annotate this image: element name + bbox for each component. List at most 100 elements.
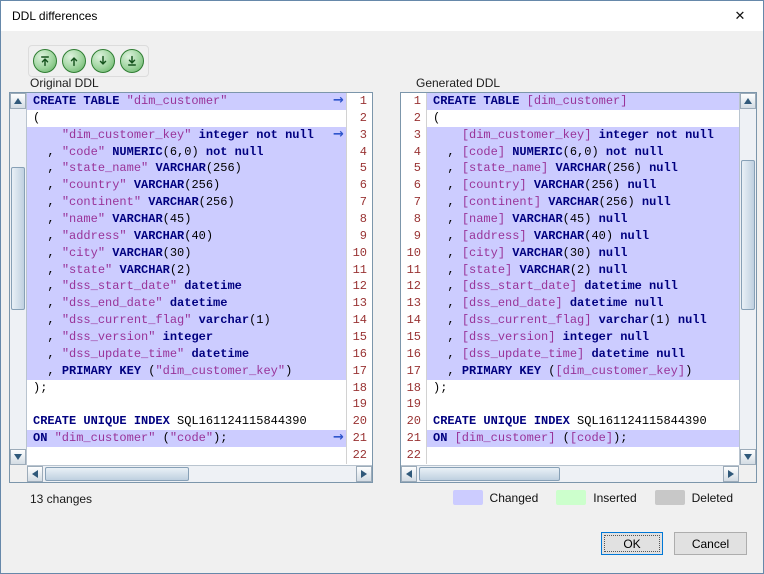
code-line: (2 — [27, 110, 372, 127]
token-id: [dss_update_time] — [462, 347, 584, 361]
code-line: 22 — [27, 447, 372, 464]
token-kw: datetime — [584, 279, 642, 293]
marker-cell — [331, 413, 346, 430]
token-pl — [527, 229, 534, 243]
token-id: [address] — [462, 229, 527, 243]
scrollbar-track[interactable] — [43, 466, 356, 482]
scroll-left-button[interactable] — [27, 466, 43, 482]
line-number: 16 — [401, 346, 427, 363]
ok-button[interactable]: OK — [601, 532, 663, 555]
scrollbar-thumb[interactable] — [419, 467, 560, 481]
token-id: [continent] — [462, 195, 541, 209]
token-pl: , — [433, 263, 462, 277]
token-pl: (256) — [206, 161, 242, 175]
scroll-left-button[interactable] — [401, 466, 417, 482]
marker-cell — [331, 160, 346, 177]
scrollbar-track[interactable] — [10, 109, 26, 449]
scroll-up-button[interactable] — [10, 93, 26, 109]
last-difference-button[interactable] — [120, 49, 144, 73]
line-number: 15 — [346, 329, 372, 346]
token-pl: (256) — [599, 195, 642, 209]
legend-swatch-inserted — [556, 490, 586, 505]
marker-cell — [331, 447, 346, 464]
line-number: 2 — [401, 110, 427, 127]
marker-cell — [331, 177, 346, 194]
scroll-right-button[interactable] — [723, 466, 739, 482]
code-text: , "address" VARCHAR(40) — [27, 228, 331, 245]
token-kw: VARCHAR — [548, 195, 598, 209]
token-kw: datetime — [591, 347, 649, 361]
token-pl: (256) — [584, 178, 627, 192]
token-kw: VARCHAR — [155, 161, 205, 175]
scrollbar-track[interactable] — [417, 466, 723, 482]
token-kw: NUMERIC — [112, 145, 162, 159]
token-pl: , — [33, 364, 62, 378]
line-number: 6 — [346, 177, 372, 194]
code-line: 13 , [dss_end_date] datetime null — [401, 295, 739, 312]
code-text: , "state" VARCHAR(2) — [27, 262, 331, 279]
code-line: , "code" NUMERIC(6,0) not null4 — [27, 144, 372, 161]
token-kw: integer — [163, 330, 213, 344]
line-number: 20 — [346, 413, 372, 430]
token-pl: (6,0) — [163, 145, 206, 159]
code-line: 8 , [name] VARCHAR(45) null — [401, 211, 739, 228]
right-vertical-scrollbar[interactable] — [739, 93, 756, 465]
token-kw: VARCHAR — [555, 161, 605, 175]
line-number: 8 — [346, 211, 372, 228]
triangle-left-icon — [32, 470, 38, 478]
line-number: 6 — [401, 177, 427, 194]
code-line: , PRIMARY KEY ("dim_customer_key")17 — [27, 363, 372, 380]
scroll-right-button[interactable] — [356, 466, 372, 482]
code-text: , [dss_start_date] datetime null — [427, 278, 739, 295]
token-id: "dss_start_date" — [62, 279, 177, 293]
line-number: 12 — [346, 278, 372, 295]
token-kw: varchar — [599, 313, 649, 327]
line-number: 9 — [401, 228, 427, 245]
code-text: , [name] VARCHAR(45) null — [427, 211, 739, 228]
next-difference-button[interactable] — [91, 49, 115, 73]
scrollbar-track[interactable] — [740, 109, 756, 449]
left-vertical-scrollbar[interactable] — [10, 93, 27, 465]
token-id: [state] — [462, 263, 512, 277]
change-arrow-icon: → — [331, 430, 346, 447]
token-pl — [127, 178, 134, 192]
token-pl: , — [433, 145, 462, 159]
right-horizontal-scrollbar[interactable] — [401, 465, 739, 482]
scroll-down-button[interactable] — [740, 449, 756, 465]
first-difference-button[interactable] — [33, 49, 57, 73]
marker-cell — [331, 396, 346, 413]
marker-cell — [331, 295, 346, 312]
token-kw: null — [656, 347, 685, 361]
scrollbar-thumb[interactable] — [45, 467, 189, 481]
close-button[interactable]: ✕ — [717, 1, 763, 31]
line-number: 17 — [401, 363, 427, 380]
token-kw: datetime — [570, 296, 628, 310]
scrollbar-thumb[interactable] — [741, 160, 755, 310]
token-id: "dss_version" — [62, 330, 156, 344]
line-number: 4 — [401, 144, 427, 161]
left-horizontal-scrollbar[interactable] — [27, 465, 372, 482]
marker-cell — [331, 144, 346, 161]
code-text: , [country] VARCHAR(256) null — [427, 177, 739, 194]
scroll-down-button[interactable] — [10, 449, 26, 465]
token-id: "dim_customer_key" — [62, 128, 192, 142]
cancel-button[interactable]: Cancel — [674, 532, 747, 555]
scrollbar-thumb[interactable] — [11, 167, 25, 310]
token-kw: VARCHAR — [148, 195, 198, 209]
token-pl: ( — [155, 431, 169, 445]
line-number: 19 — [346, 396, 372, 413]
code-line: 1CREATE TABLE [dim_customer] — [401, 93, 739, 110]
changes-count-label: 13 changes — [30, 492, 92, 506]
token-id: [country] — [462, 178, 527, 192]
scroll-up-button[interactable] — [740, 93, 756, 109]
line-number: 18 — [401, 380, 427, 397]
token-pl: , — [433, 296, 462, 310]
title-bar: DDL differences ✕ — [1, 1, 763, 31]
token-kw: datetime — [170, 296, 228, 310]
token-pl: , — [433, 195, 462, 209]
previous-difference-button[interactable] — [62, 49, 86, 73]
code-line: 15 , [dss_version] integer null — [401, 329, 739, 346]
token-id: [city] — [462, 246, 505, 260]
token-kw: CREATE TABLE — [33, 94, 119, 108]
code-text — [427, 396, 739, 413]
